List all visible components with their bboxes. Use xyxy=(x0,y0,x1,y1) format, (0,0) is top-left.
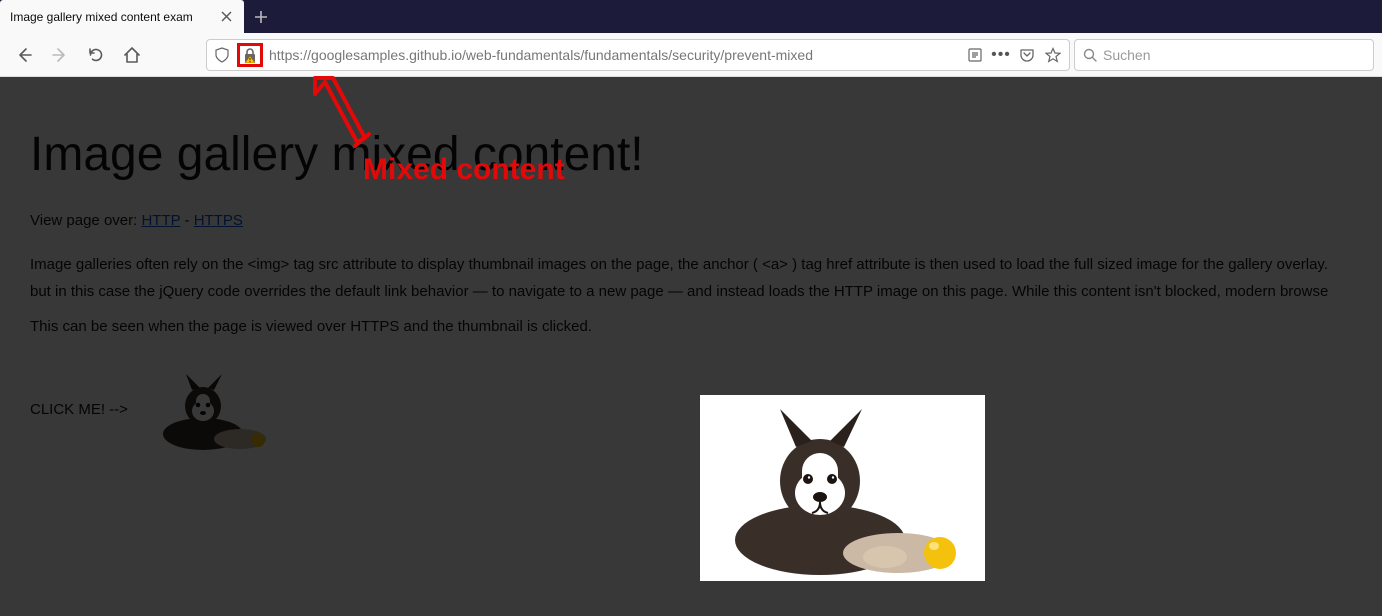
permissions-icon[interactable] xyxy=(213,46,231,64)
home-icon xyxy=(123,46,141,64)
click-me-label: CLICK ME! --> xyxy=(30,401,128,418)
close-tab-button[interactable] xyxy=(218,9,234,25)
arrow-left-icon xyxy=(15,46,33,64)
tab-title: Image gallery mixed content exam xyxy=(10,10,212,24)
home-button[interactable] xyxy=(116,39,148,71)
thumbnail-link[interactable] xyxy=(148,364,278,454)
tab-bar: Image gallery mixed content exam xyxy=(0,0,1382,33)
new-tab-button[interactable] xyxy=(244,0,277,33)
view-sep: - xyxy=(180,212,193,229)
bookmark-button[interactable] xyxy=(1043,45,1063,65)
url-protocol: https:// xyxy=(269,47,311,63)
lock-warning-icon xyxy=(242,47,258,63)
body-paragraph-2: This can be seen when the page is viewed… xyxy=(30,313,1352,340)
url-path: /web-fundamentals/fundamentals/security/… xyxy=(462,47,813,63)
arrow-right-icon xyxy=(51,46,69,64)
search-bar[interactable] xyxy=(1074,39,1374,71)
reload-icon xyxy=(87,46,105,64)
url-bar[interactable]: https://googlesamples.github.io/web-fund… xyxy=(206,39,1070,71)
reader-mode-button[interactable] xyxy=(965,45,985,65)
view-over-line: View page over: HTTP - HTTPS xyxy=(30,212,1352,229)
reload-button[interactable] xyxy=(80,39,112,71)
page-title: Image gallery mixed content! xyxy=(30,127,1352,182)
plus-icon xyxy=(254,10,268,24)
star-icon xyxy=(1045,47,1061,63)
close-icon xyxy=(221,11,232,22)
https-link[interactable]: HTTPS xyxy=(194,212,243,229)
search-input[interactable] xyxy=(1103,47,1365,63)
browser-tab[interactable]: Image gallery mixed content exam xyxy=(0,0,244,33)
view-prefix: View page over: xyxy=(30,212,141,229)
page-content: Image gallery mixed content! View page o… xyxy=(0,77,1382,484)
body-paragraph-1: Image galleries often rely on the <img> … xyxy=(30,251,1352,305)
http-link[interactable]: HTTP xyxy=(141,212,180,229)
click-row: CLICK ME! --> xyxy=(30,364,1352,454)
pocket-button[interactable] xyxy=(1017,45,1037,65)
page-actions-button[interactable]: ••• xyxy=(991,45,1011,65)
search-icon xyxy=(1083,48,1097,62)
back-button[interactable] xyxy=(8,39,40,71)
puppy-thumbnail-image xyxy=(148,364,278,454)
forward-button[interactable] xyxy=(44,39,76,71)
url-text: https://googlesamples.github.io/web-fund… xyxy=(269,47,959,63)
reader-icon xyxy=(967,47,983,63)
pocket-icon xyxy=(1019,47,1035,63)
puppy-large-image xyxy=(700,395,985,581)
gallery-large-image xyxy=(700,395,985,581)
navigation-toolbar: https://googlesamples.github.io/web-fund… xyxy=(0,33,1382,77)
shield-icon xyxy=(214,47,230,63)
security-indicator-mixed[interactable] xyxy=(237,43,263,67)
url-domain: googlesamples.github.io xyxy=(311,47,462,63)
